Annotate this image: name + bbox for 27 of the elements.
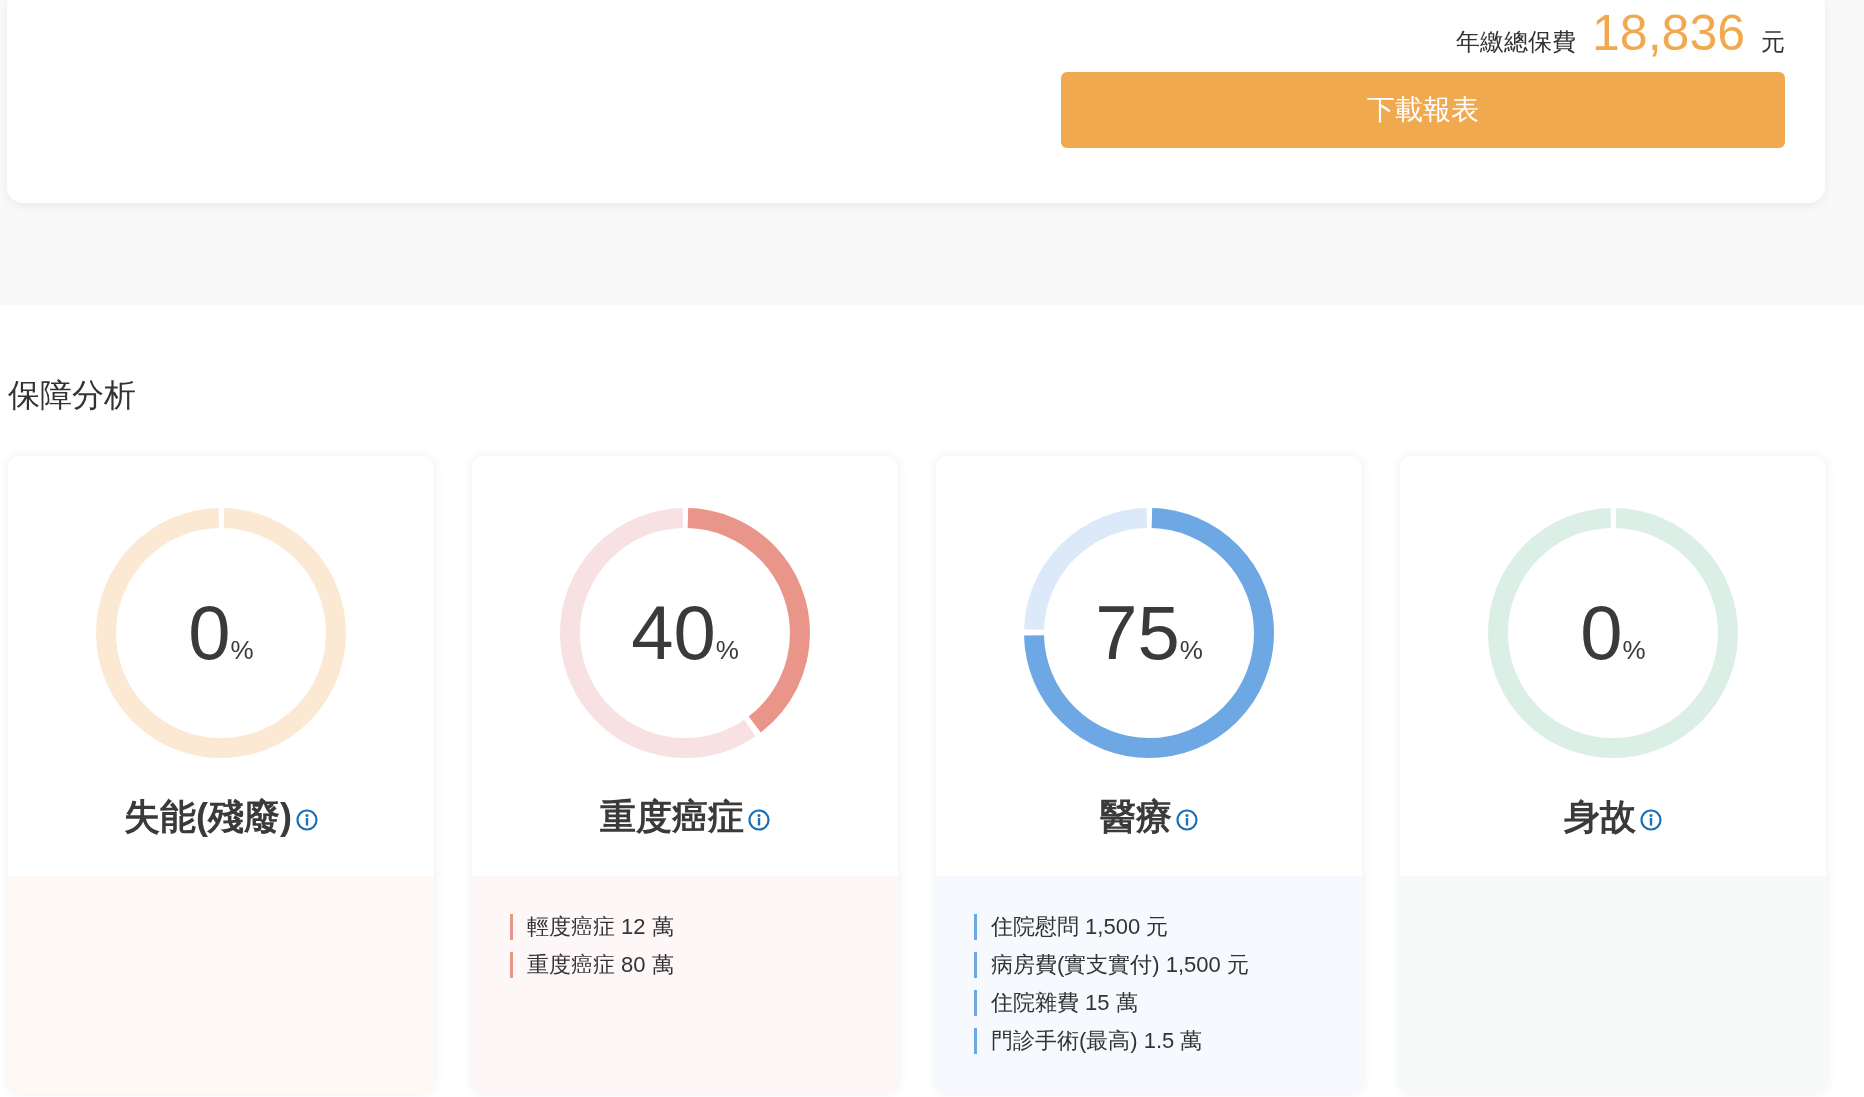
percent-value: 0 bbox=[188, 595, 231, 671]
card-title: 醫療 bbox=[1100, 795, 1172, 839]
card-title: 身故 bbox=[1564, 795, 1636, 839]
percent-unit: % bbox=[230, 637, 254, 663]
info-icon[interactable] bbox=[1640, 809, 1662, 831]
section-title: 保障分析 bbox=[8, 376, 137, 415]
coverage-item: 住院雜費 15 萬 bbox=[974, 990, 1324, 1016]
premium-amount: 18,836 bbox=[1592, 4, 1745, 63]
premium-label: 年繳總保費 bbox=[1456, 27, 1577, 57]
info-icon[interactable] bbox=[748, 809, 770, 831]
coverage-item: 門診手術(最高) 1.5 萬 bbox=[974, 1028, 1324, 1054]
card-title: 失能(殘廢) bbox=[124, 795, 292, 839]
percent-unit: % bbox=[1179, 637, 1203, 663]
percent-value: 0 bbox=[1580, 595, 1623, 671]
premium-unit: 元 bbox=[1761, 27, 1785, 57]
coverage-item: 重度癌症 80 萬 bbox=[510, 952, 860, 978]
download-report-button[interactable]: 下載報表 bbox=[1061, 72, 1785, 148]
info-icon[interactable] bbox=[296, 809, 318, 831]
coverage-item: 住院慰問 1,500 元 bbox=[974, 914, 1324, 940]
percent-value: 75 bbox=[1095, 595, 1180, 671]
percent-unit: % bbox=[1622, 637, 1646, 663]
percent-value: 40 bbox=[631, 595, 716, 671]
info-icon[interactable] bbox=[1176, 809, 1198, 831]
coverage-item: 輕度癌症 12 萬 bbox=[510, 914, 860, 940]
card-title: 重度癌症 bbox=[600, 795, 744, 839]
coverage-item: 病房費(實支實付) 1,500 元 bbox=[974, 952, 1324, 978]
percent-unit: % bbox=[715, 637, 739, 663]
